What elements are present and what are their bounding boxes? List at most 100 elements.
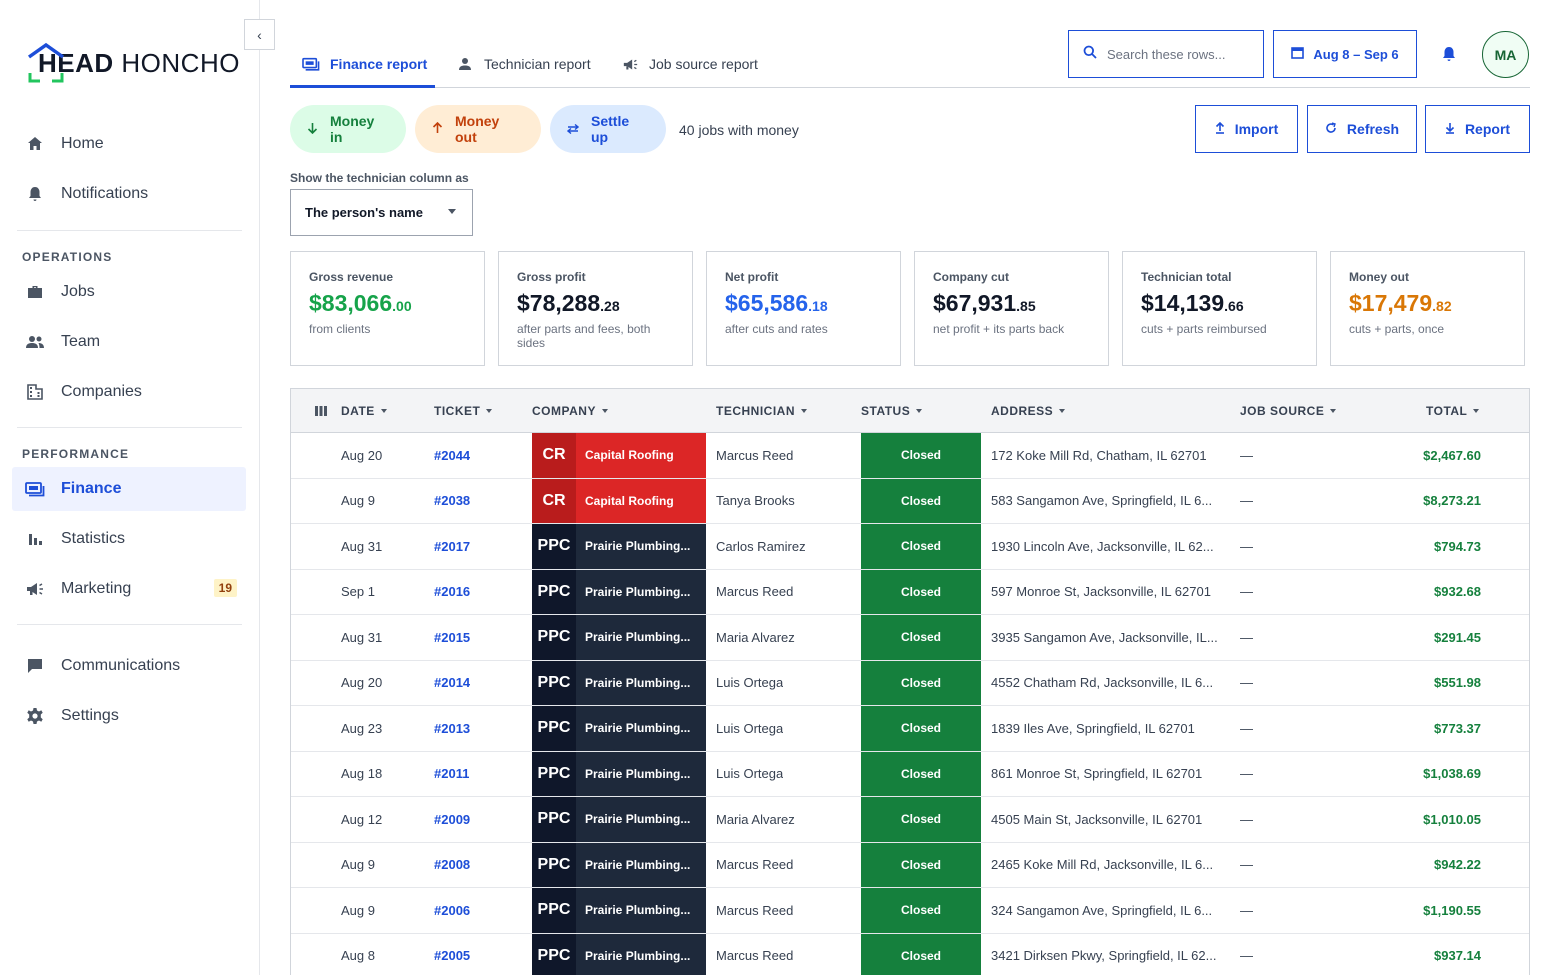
sidebar-item-finance[interactable]: Finance [12, 467, 246, 511]
table-row[interactable]: Aug 8 #2005 PPC Prairie Plumbing... Marcus R… [291, 933, 1529, 975]
table-row[interactable]: Aug 31 #2015 PPC Prairie Plumbing... Maria A… [291, 615, 1529, 661]
section-label-operations: OPERATIONS [22, 250, 113, 264]
table-row[interactable]: Aug 9 #2008 PPC Prairie Plumbing... Marcus R… [291, 842, 1529, 888]
sidebar-item-home[interactable]: Home [12, 122, 246, 166]
report-button[interactable]: Report [1425, 105, 1530, 153]
ticket-link[interactable]: #2038 [434, 479, 470, 524]
table-row[interactable]: Aug 23 #2013 PPC Prairie Plumbing... Luis Or… [291, 706, 1529, 752]
sidebar-item-label: Companies [61, 383, 142, 400]
date-range-button[interactable]: Aug 8 – Sep 6 [1273, 30, 1417, 78]
date-range-label: Aug 8 – Sep 6 [1313, 46, 1399, 62]
column-header-date[interactable]: DATE [341, 389, 387, 433]
stat-value: $78,288.28 [517, 290, 620, 316]
ticket-link[interactable]: #2015 [434, 615, 470, 660]
sidebar-item-label: Settings [61, 707, 119, 724]
column-header-job-source[interactable]: JOB SOURCE [1240, 389, 1337, 433]
company-cell[interactable]: PPC Prairie Plumbing... [532, 888, 706, 933]
sidebar-divider [17, 427, 242, 428]
column-header-total[interactable]: TOTAL [1426, 389, 1480, 433]
table-row[interactable]: Aug 31 #2017 PPC Prairie Plumbing... Carlos … [291, 524, 1529, 570]
column-header-company[interactable]: COMPANY [532, 389, 608, 433]
company-cell[interactable]: PPC Prairie Plumbing... [532, 797, 706, 842]
avatar[interactable]: MA [1482, 31, 1529, 78]
company-cell[interactable]: CR Capital Roofing [532, 433, 706, 478]
tab-job-source-report[interactable]: Job source report [621, 40, 758, 88]
sidebar-item-settings[interactable]: Settings [12, 694, 246, 738]
total-cell: $937.14 [1434, 948, 1481, 964]
table-row[interactable]: Aug 9 #2006 PPC Prairie Plumbing... Marcus R… [291, 888, 1529, 934]
date-cell: Aug 9 [341, 902, 375, 918]
ticket-link[interactable]: #2011 [434, 752, 469, 797]
column-chooser-icon[interactable] [315, 389, 327, 433]
date-cell: Aug 31 [341, 629, 383, 645]
stat-value: $17,479.82 [1349, 290, 1452, 316]
company-cell[interactable]: PPC Prairie Plumbing... [532, 524, 706, 569]
settle-up-button[interactable]: Settle up [550, 105, 666, 153]
company-cell[interactable]: PPC Prairie Plumbing... [532, 706, 706, 751]
sort-caret-icon [486, 409, 493, 413]
column-header-address[interactable]: ADDRESS [991, 389, 1066, 433]
column-header-ticket[interactable]: TICKET [434, 389, 493, 433]
ticket-link[interactable]: #2005 [434, 934, 470, 975]
technician-cell: Luis Ortega [716, 766, 784, 782]
sidebar-item-communications[interactable]: Communications [12, 644, 246, 688]
sidebar-item-statistics[interactable]: Statistics [12, 517, 246, 561]
finance-icon [25, 479, 45, 499]
column-header-status[interactable]: STATUS [861, 389, 923, 433]
ticket-link[interactable]: #2044 [434, 433, 470, 478]
company-cell[interactable]: PPC Prairie Plumbing... [532, 615, 706, 660]
company-cell[interactable]: CR Capital Roofing [532, 478, 706, 523]
arrow-down-icon [307, 121, 318, 137]
sidebar-item-team[interactable]: Team [12, 320, 246, 364]
ticket-link[interactable]: #2008 [434, 843, 470, 888]
ticket-link[interactable]: #2009 [434, 797, 470, 842]
job-source-cell: — [1240, 584, 1253, 600]
ticket-link[interactable]: #2017 [434, 524, 470, 569]
status-badge: Closed [861, 842, 981, 887]
tab-technician-report[interactable]: Technician report [456, 40, 591, 88]
address-cell: 2465 Koke Mill Rd, Jacksonville, IL 6... [991, 857, 1214, 873]
ticket-link[interactable]: #2013 [434, 706, 470, 751]
company-cell[interactable]: PPC Prairie Plumbing... [532, 569, 706, 614]
sort-caret-icon [380, 409, 387, 413]
import-button[interactable]: Import [1195, 105, 1298, 153]
bar-chart-icon [25, 529, 45, 549]
money-out-button[interactable]: Money out [415, 105, 541, 153]
sidebar-item-companies[interactable]: Companies [12, 370, 246, 414]
collapse-sidebar-button[interactable]: ‹ [244, 19, 275, 50]
table-row[interactable]: Aug 9 #2038 CR Capital Roofing Tanya Brooks C… [291, 478, 1529, 524]
sidebar-item-marketing[interactable]: Marketing 19 [12, 567, 246, 611]
company-cell[interactable]: PPC Prairie Plumbing... [532, 660, 706, 705]
ticket-link[interactable]: #2016 [434, 570, 470, 615]
ticket-link[interactable]: #2014 [434, 661, 470, 706]
address-cell: 1839 Iles Ave, Springfield, IL 62701 [991, 720, 1195, 736]
table-row[interactable]: Aug 18 #2011 PPC Prairie Plumbing... Luis Or… [291, 751, 1529, 797]
table-row[interactable]: Aug 20 #2014 PPC Prairie Plumbing... Luis Or… [291, 660, 1529, 706]
table-header: DATE TICKET COMPANY TECHNICIAN STATUS AD… [291, 389, 1529, 433]
sidebar-item-jobs[interactable]: Jobs [12, 270, 246, 314]
company-abbr: PPC [532, 706, 576, 751]
company-cell[interactable]: PPC Prairie Plumbing... [532, 751, 706, 796]
job-source-cell: — [1240, 675, 1253, 691]
table-row[interactable]: Sep 1 #2016 PPC Prairie Plumbing... Marcus R… [291, 569, 1529, 615]
column-header-technician[interactable]: TECHNICIAN [716, 389, 807, 433]
company-cell[interactable]: PPC Prairie Plumbing... [532, 933, 706, 975]
brand-logo[interactable]: HEAD HONCHO [26, 40, 240, 86]
notifications-bell-icon[interactable] [1438, 43, 1460, 65]
company-cell[interactable]: PPC Prairie Plumbing... [532, 842, 706, 887]
table-row[interactable]: Aug 20 #2044 CR Capital Roofing Marcus Reed C… [291, 433, 1529, 479]
tab-finance-report[interactable]: Finance report [302, 40, 427, 88]
search-input[interactable] [1107, 46, 1257, 62]
search-field[interactable] [1068, 30, 1264, 78]
sidebar-item-notifications[interactable]: Notifications [12, 172, 246, 216]
technician-column-label: Show the technician column as [290, 171, 469, 185]
table-row[interactable]: Aug 12 #2009 PPC Prairie Plumbing... Maria A… [291, 797, 1529, 843]
ticket-link[interactable]: #2006 [434, 888, 470, 933]
stat-label: Net profit [725, 270, 779, 284]
company-abbr: CR [532, 478, 576, 523]
refresh-button[interactable]: Refresh [1307, 105, 1417, 153]
sidebar-item-label: Notifications [61, 185, 149, 202]
chevron-down-icon [448, 209, 456, 214]
money-in-button[interactable]: Money in [290, 105, 406, 153]
technician-column-select[interactable]: The person's name [290, 189, 473, 236]
